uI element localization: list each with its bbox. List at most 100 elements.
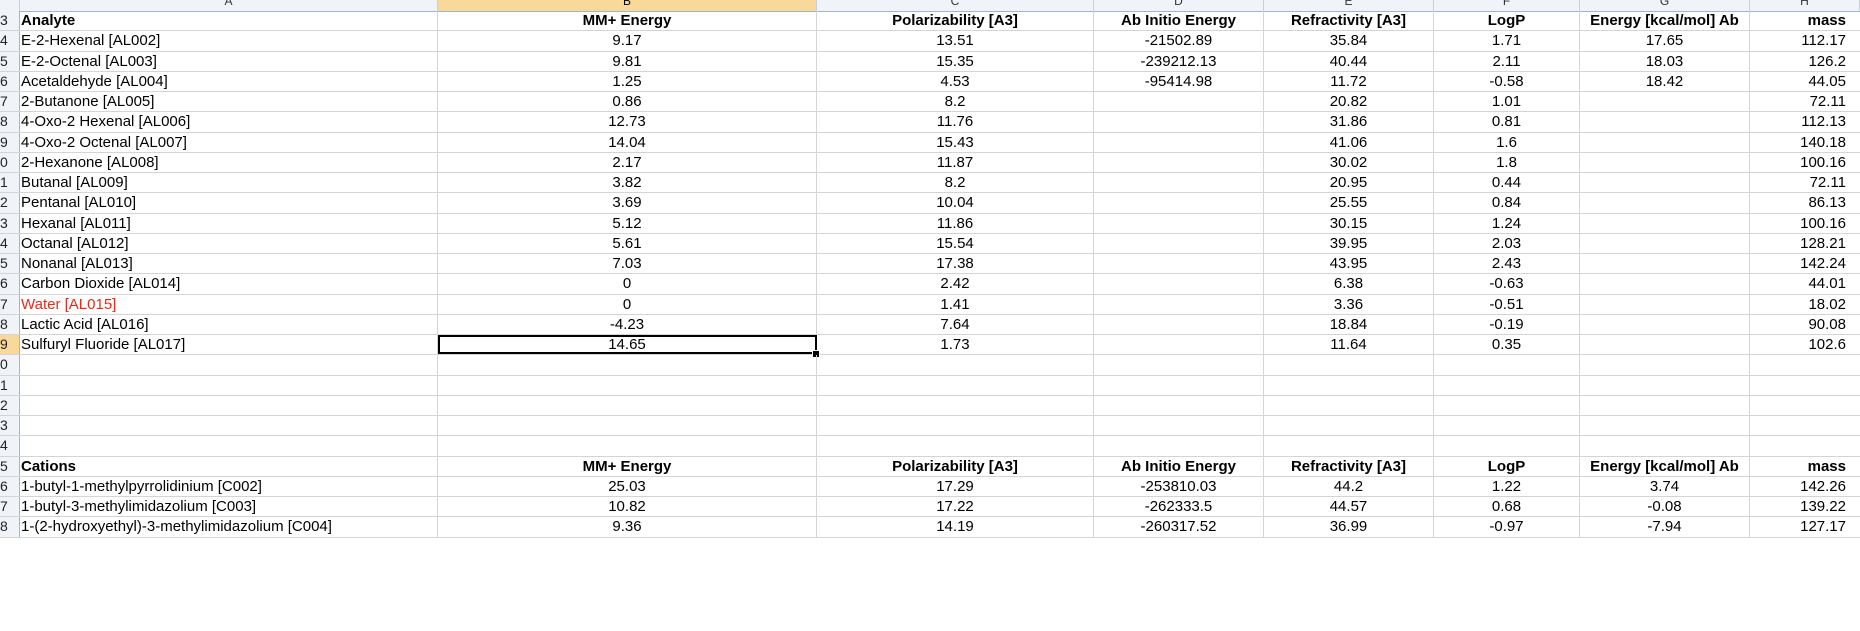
cell[interactable]	[1094, 436, 1264, 456]
cell[interactable]: 39.95	[1264, 233, 1434, 253]
row-header[interactable]: 7	[0, 92, 20, 112]
cell[interactable]: -260317.52	[1094, 517, 1264, 537]
row-header[interactable]: 9	[0, 335, 20, 355]
column-header-e[interactable]: E	[1264, 0, 1434, 11]
cell[interactable]	[1580, 254, 1750, 274]
row-header[interactable]: 6	[0, 274, 20, 294]
cell[interactable]	[438, 355, 817, 375]
cell[interactable]: 13.51	[817, 31, 1094, 51]
cell[interactable]: 3.36	[1264, 294, 1434, 314]
cell[interactable]: 30.15	[1264, 213, 1434, 233]
cell[interactable]: 126.2	[1750, 52, 1860, 71]
cell[interactable]: 1-(2-hydroxyethyl)-3-methylimidazolium […	[20, 517, 438, 537]
row-header[interactable]: 4	[0, 436, 20, 456]
cell[interactable]: 0.81	[1434, 112, 1580, 132]
row-header[interactable]: 4	[0, 31, 20, 51]
cell[interactable]: 11.64	[1264, 335, 1434, 355]
cell[interactable]: 1.22	[1434, 476, 1580, 496]
header-cell[interactable]: Energy [kcal/mol] Ab	[1580, 11, 1750, 31]
cell[interactable]: 1.24	[1434, 213, 1580, 233]
cell[interactable]: 14.04	[438, 132, 817, 152]
cell[interactable]	[20, 375, 438, 395]
cell[interactable]: 11.72	[1264, 71, 1434, 91]
cell[interactable]	[1094, 355, 1264, 375]
cell[interactable]	[1580, 132, 1750, 152]
cell[interactable]	[817, 375, 1094, 395]
cell[interactable]: 44.2	[1264, 476, 1434, 496]
row-header[interactable]: 5	[0, 456, 20, 476]
cell[interactable]	[1580, 193, 1750, 213]
column-header-a[interactable]: A	[20, 0, 438, 11]
cell[interactable]: 30.02	[1264, 152, 1434, 172]
cell[interactable]	[1580, 233, 1750, 253]
cell[interactable]: 40.44	[1264, 51, 1434, 71]
cell[interactable]: 25.03	[438, 476, 817, 496]
cell[interactable]: Acetaldehyde [AL004]	[20, 71, 438, 91]
cell[interactable]: 31.86	[1264, 112, 1434, 132]
cell[interactable]: Nonanal [AL013]	[20, 254, 438, 274]
cell[interactable]: 0.44	[1434, 173, 1580, 193]
row-header[interactable]: 1	[0, 375, 20, 395]
cell[interactable]: 139.22	[1750, 497, 1860, 516]
cell[interactable]: -0.19	[1434, 314, 1580, 334]
cell[interactable]: 1.8	[1434, 152, 1580, 172]
cell[interactable]	[1094, 92, 1264, 112]
cell[interactable]	[1580, 375, 1750, 395]
cell[interactable]: E-2-Octenal [AL003]	[20, 51, 438, 71]
cell[interactable]: 1.71	[1434, 31, 1580, 51]
cell[interactable]	[1094, 254, 1264, 274]
cell[interactable]: 41.06	[1264, 132, 1434, 152]
cell[interactable]: 8.2	[817, 173, 1094, 193]
cell[interactable]: Lactic Acid [AL016]	[20, 314, 438, 334]
cell[interactable]: 12.73	[438, 112, 817, 132]
header-cell[interactable]: LogP	[1434, 11, 1580, 31]
cell[interactable]: 7.64	[817, 314, 1094, 334]
cell[interactable]: 128.21	[1750, 234, 1860, 253]
cell[interactable]: 11.76	[817, 112, 1094, 132]
cell[interactable]	[1264, 395, 1434, 415]
cell[interactable]: -0.08	[1580, 497, 1750, 517]
row-header[interactable]: 3	[0, 11, 20, 31]
cell[interactable]: 6.38	[1264, 274, 1434, 294]
cell[interactable]	[1580, 92, 1750, 112]
cell[interactable]: -0.58	[1434, 71, 1580, 91]
active-cell[interactable]: 14.65	[438, 335, 817, 355]
column-header-c[interactable]: C	[817, 0, 1094, 11]
cell[interactable]: -0.63	[1434, 274, 1580, 294]
cell[interactable]: 112.17	[1750, 31, 1860, 50]
cell[interactable]: 4-Oxo-2 Hexenal [AL006]	[20, 112, 438, 132]
cell[interactable]: 3.82	[438, 173, 817, 193]
cell[interactable]: 11.87	[817, 152, 1094, 172]
cell[interactable]	[1094, 193, 1264, 213]
row-header[interactable]: 3	[0, 416, 20, 436]
cell[interactable]	[817, 436, 1094, 456]
row-header[interactable]: 8	[0, 314, 20, 334]
cell[interactable]: E-2-Hexenal [AL002]	[20, 31, 438, 51]
column-header-b[interactable]: B	[438, 0, 817, 11]
cell[interactable]	[1094, 152, 1264, 172]
cell[interactable]: 15.43	[817, 132, 1094, 152]
row-header[interactable]: 2	[0, 193, 20, 213]
cell[interactable]: 9.36	[438, 517, 817, 537]
cell[interactable]	[1094, 132, 1264, 152]
cell[interactable]: 15.54	[817, 233, 1094, 253]
cell[interactable]: 142.24	[1750, 254, 1860, 273]
cell[interactable]	[1434, 395, 1580, 415]
cell[interactable]: 10.04	[817, 193, 1094, 213]
cell[interactable]: 72.11	[1750, 173, 1860, 192]
cell[interactable]	[1750, 376, 1860, 395]
cell[interactable]: 2-Butanone [AL005]	[20, 92, 438, 112]
cell[interactable]	[1750, 396, 1860, 415]
cell[interactable]	[1750, 416, 1860, 435]
cell[interactable]: 1.25	[438, 71, 817, 91]
cell[interactable]: 9.81	[438, 51, 817, 71]
cell[interactable]	[20, 436, 438, 456]
row-header[interactable]: 6	[0, 71, 20, 91]
cell[interactable]: 2.03	[1434, 233, 1580, 253]
cell[interactable]: 5.61	[438, 233, 817, 253]
cell[interactable]	[1094, 274, 1264, 294]
cell[interactable]: Sulfuryl Fluoride [AL017]	[20, 335, 438, 355]
cell[interactable]: 10.82	[438, 497, 817, 517]
cell[interactable]: 90.08	[1750, 315, 1860, 334]
cell[interactable]: 44.01	[1750, 274, 1860, 293]
